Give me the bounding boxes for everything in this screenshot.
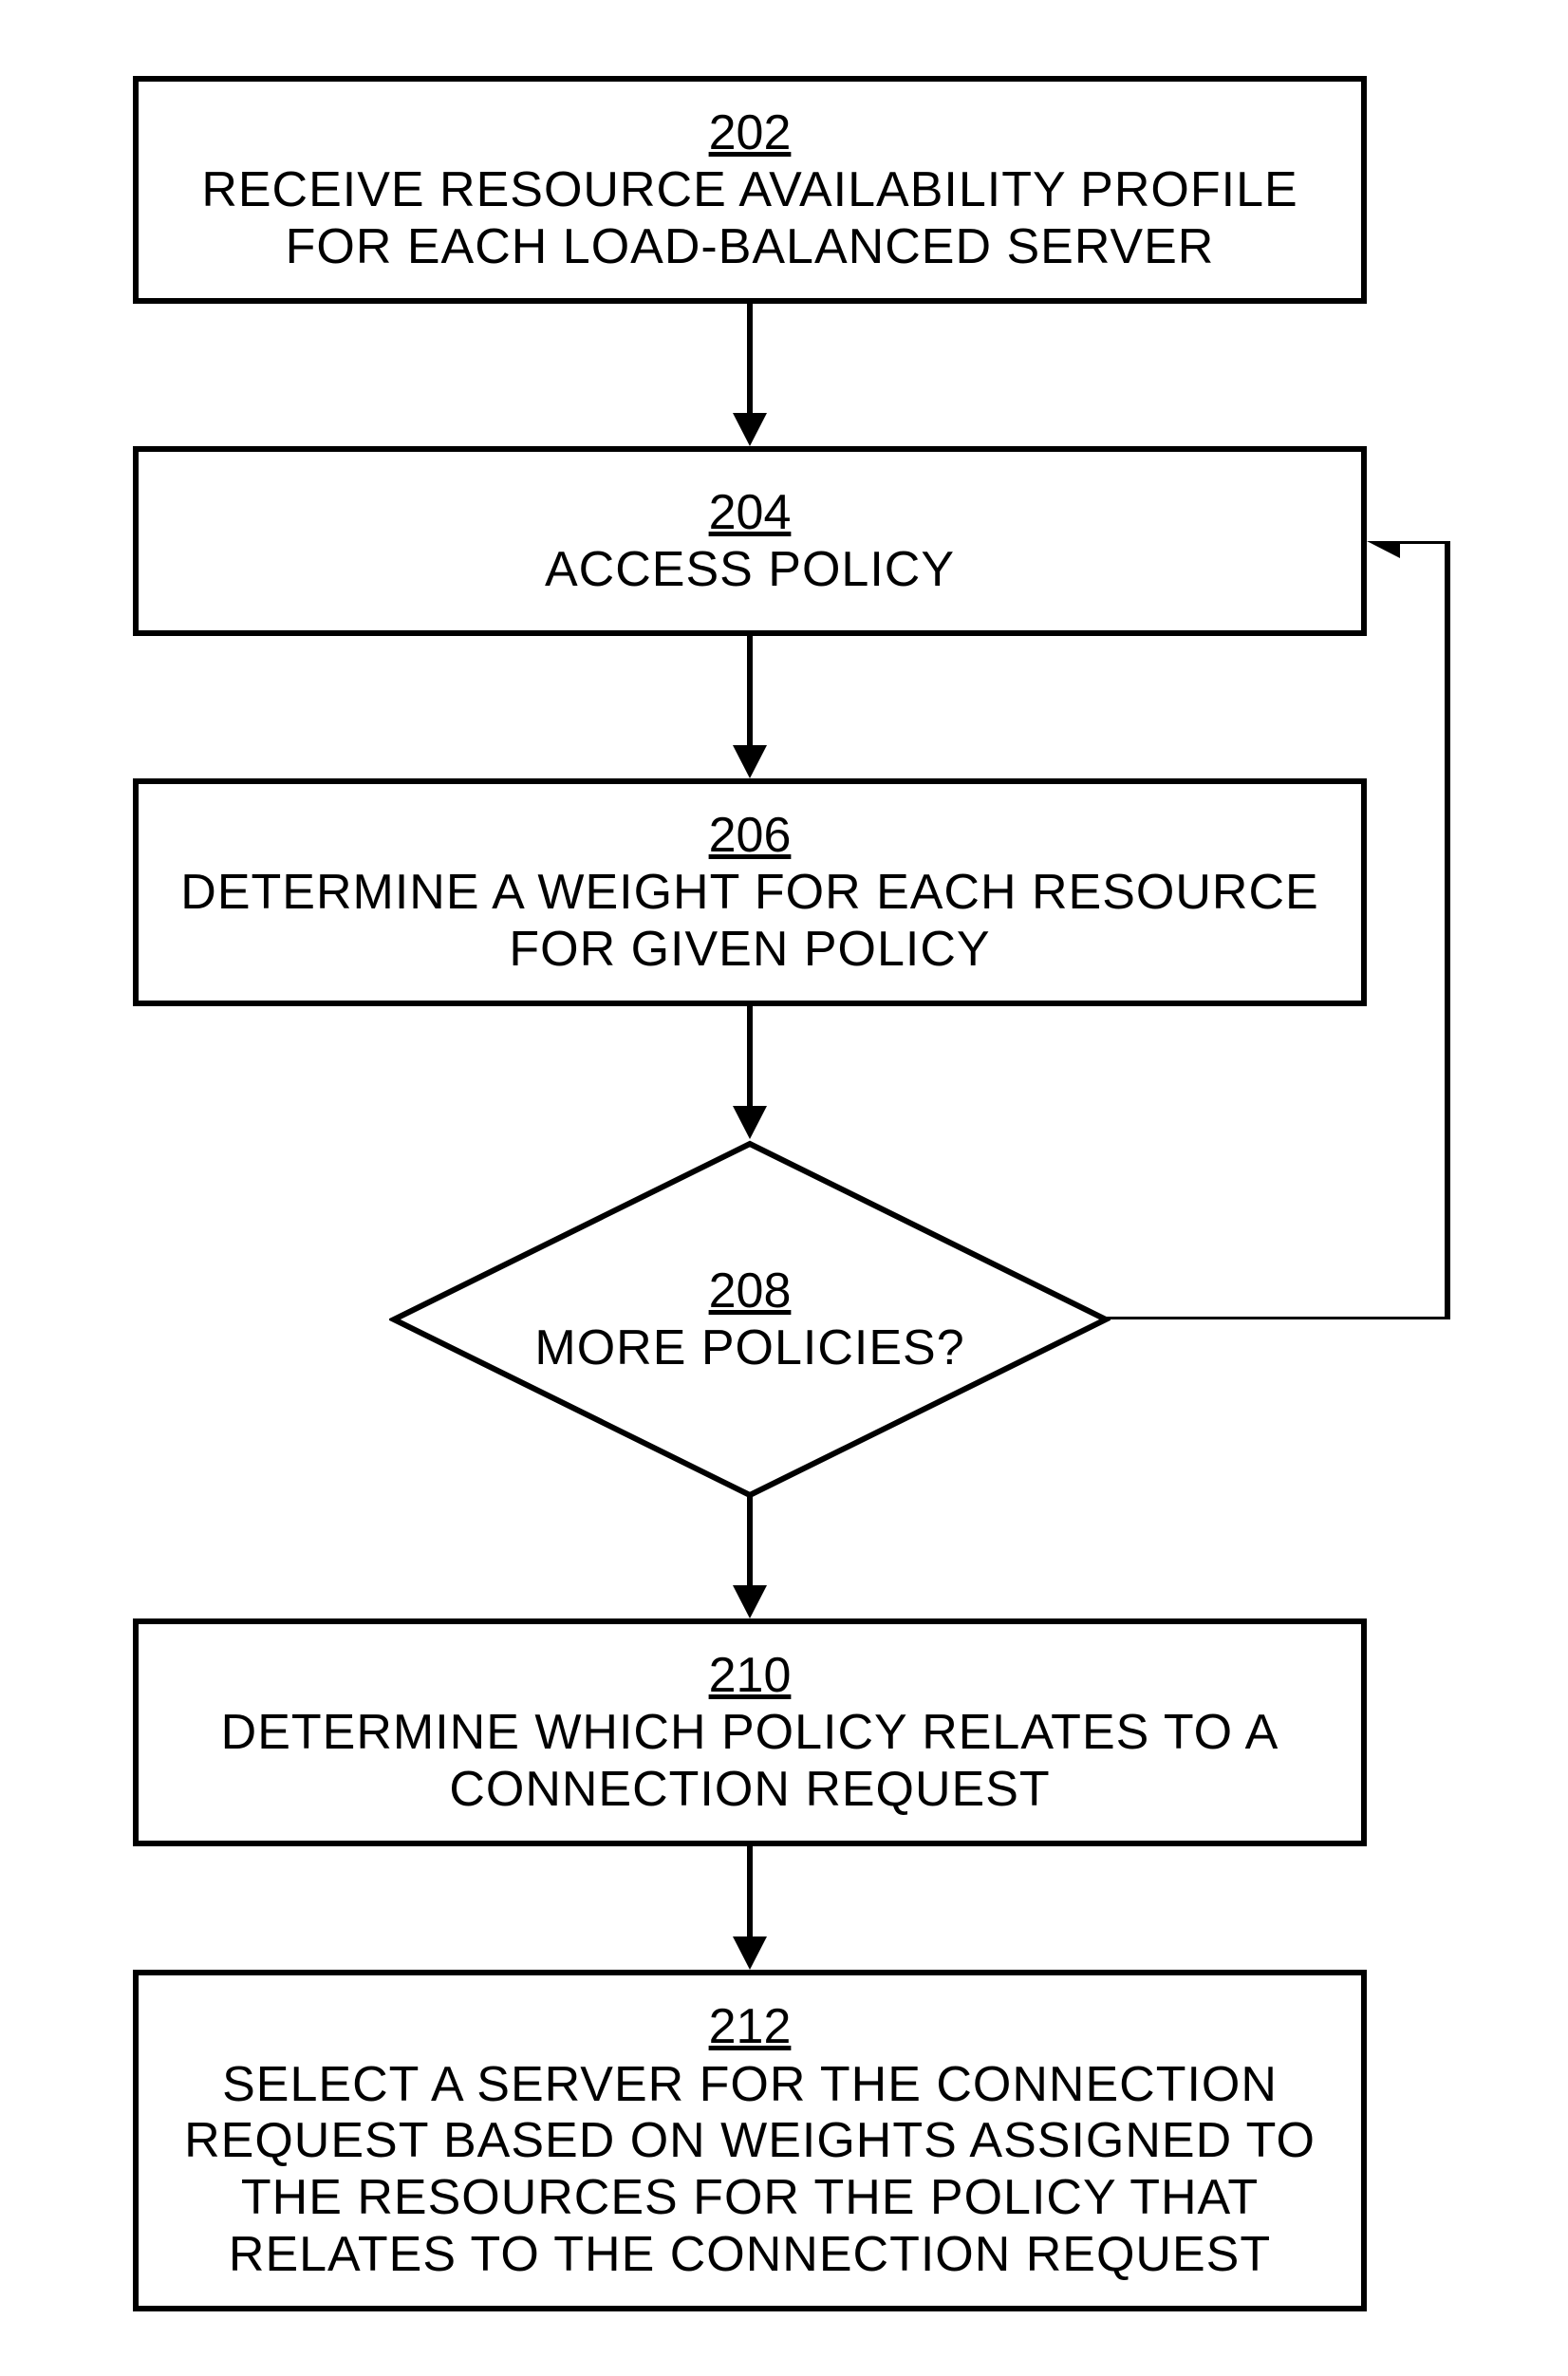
step-204-text: ACCESS POLICY [545, 542, 955, 599]
step-212-text: SELECT A SERVER FOR THE CONNECTION REQUE… [167, 2057, 1333, 2284]
step-204-id: 204 [709, 483, 792, 542]
arrow-208-210 [721, 1495, 778, 1618]
step-202-id: 202 [709, 103, 792, 162]
arrow-206-208 [721, 1006, 778, 1139]
step-208: 208 MORE POLICIES? [389, 1139, 1111, 1500]
arrow-208-204-loop [1106, 541, 1504, 1319]
arrow-204-206 [721, 636, 778, 778]
step-202: 202 RECEIVE RESOURCE AVAILABILITY PROFIL… [133, 76, 1367, 304]
step-210-text: DETERMINE WHICH POLICY RELATES TO A CONN… [167, 1705, 1333, 1819]
step-206-id: 206 [709, 806, 792, 865]
step-208-id: 208 [709, 1262, 792, 1320]
step-210: 210 DETERMINE WHICH POLICY RELATES TO A … [133, 1618, 1367, 1846]
step-212: 212 SELECT A SERVER FOR THE CONNECTION R… [133, 1970, 1367, 2311]
step-208-text: MORE POLICIES? [534, 1320, 964, 1377]
step-210-id: 210 [709, 1646, 792, 1705]
arrow-202-204 [721, 304, 778, 446]
step-202-text: RECEIVE RESOURCE AVAILABILITY PROFILE FO… [167, 162, 1333, 276]
arrow-210-212 [721, 1846, 778, 1970]
step-212-id: 212 [709, 1997, 792, 2056]
